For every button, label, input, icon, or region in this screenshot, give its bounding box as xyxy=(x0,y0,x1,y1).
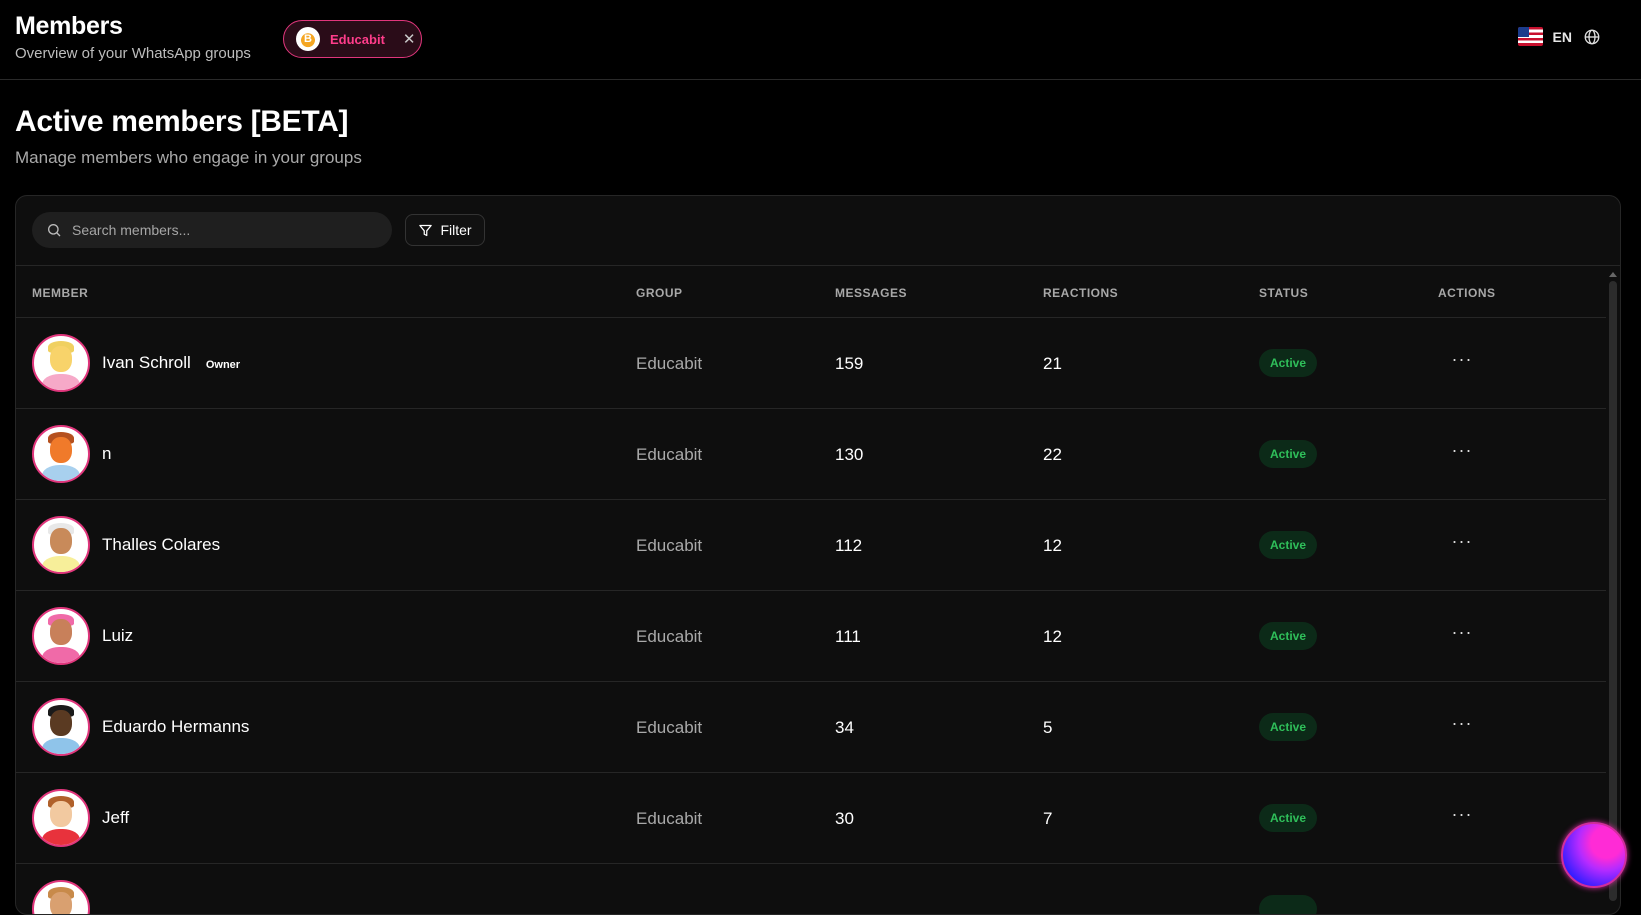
filter-button-label: Filter xyxy=(440,222,472,238)
group-filter-chip[interactable]: B Educabit ✕ xyxy=(283,20,422,58)
more-actions-icon[interactable]: ··· xyxy=(1447,712,1477,742)
member-messages: 30 xyxy=(835,809,854,828)
table-header: MEMBER GROUP MESSAGES REACTIONS STATUS A… xyxy=(16,266,1606,318)
avatar[interactable] xyxy=(32,607,90,665)
member-group: Educabit xyxy=(636,809,703,828)
avatar[interactable] xyxy=(32,880,90,914)
member-group: Educabit xyxy=(636,445,703,464)
avatar[interactable] xyxy=(32,425,90,483)
table-row[interactable]: Thalles Colares Educabit 112 12 Active ·… xyxy=(16,500,1606,591)
scrollbar-thumb[interactable] xyxy=(1609,281,1617,901)
more-actions-icon[interactable]: ··· xyxy=(1447,803,1477,833)
language-selector[interactable]: EN xyxy=(1517,27,1601,46)
table-row[interactable]: Eduardo Hermanns Educabit 34 5 Active ··… xyxy=(16,682,1606,773)
table-row[interactable]: Ivan Schroll Owner Educabit 159 21 Active… xyxy=(16,318,1606,409)
table-toolbar: Filter xyxy=(16,196,1620,266)
status-badge xyxy=(1259,895,1317,914)
globe-icon[interactable] xyxy=(1583,28,1601,46)
member-group: Educabit xyxy=(636,718,703,737)
member-messages: 112 xyxy=(835,536,863,555)
table-row[interactable]: Luiz Educabit 111 12 Active ··· xyxy=(16,591,1606,682)
member-name: Ivan Schroll xyxy=(102,353,191,372)
status-badge: Active xyxy=(1259,349,1317,377)
status-badge: Active xyxy=(1259,804,1317,832)
members-card: Filter MEMBER GROUP MESSAGES REACTIONS S… xyxy=(15,195,1621,915)
table-scrollbar[interactable] xyxy=(1608,272,1618,912)
member-messages: 159 xyxy=(835,354,864,373)
search-box[interactable] xyxy=(32,212,392,248)
avatar[interactable] xyxy=(32,516,90,574)
filter-button[interactable]: Filter xyxy=(405,214,485,246)
status-badge: Active xyxy=(1259,531,1317,559)
filter-icon xyxy=(419,224,433,236)
page-subtitle: Overview of your WhatsApp groups xyxy=(15,45,251,62)
column-header-group[interactable]: GROUP xyxy=(636,286,683,300)
column-header-messages[interactable]: MESSAGES xyxy=(835,286,907,300)
member-messages: 34 xyxy=(835,718,854,737)
group-chip-label: Educabit xyxy=(330,31,385,47)
owner-badge: Owner xyxy=(205,359,241,371)
close-icon[interactable]: ✕ xyxy=(403,30,416,48)
avatar[interactable] xyxy=(32,334,90,392)
search-icon xyxy=(48,224,61,237)
member-group: Educabit xyxy=(636,354,703,373)
member-messages: 130 xyxy=(835,445,864,464)
members-table-body: Ivan Schroll Owner Educabit 159 21 Active… xyxy=(16,318,1606,914)
member-reactions: 12 xyxy=(1043,627,1062,646)
more-actions-icon[interactable]: ··· xyxy=(1447,621,1477,651)
status-badge: Active xyxy=(1259,622,1317,650)
column-header-reactions[interactable]: REACTIONS xyxy=(1043,286,1118,300)
column-header-status[interactable]: STATUS xyxy=(1259,286,1308,300)
avatar[interactable] xyxy=(32,698,90,756)
status-badge: Active xyxy=(1259,713,1317,741)
member-name: Jeff xyxy=(102,808,130,827)
status-badge: Active xyxy=(1259,440,1317,468)
member-messages: 111 xyxy=(835,627,861,646)
table-row[interactable] xyxy=(16,864,1606,914)
assistant-orb-button[interactable] xyxy=(1561,822,1627,888)
member-name: Eduardo Hermanns xyxy=(102,717,250,736)
scroll-up-arrow-icon[interactable] xyxy=(1609,272,1617,277)
avatar[interactable] xyxy=(32,789,90,847)
table-row[interactable]: Jeff Educabit 30 7 Active ··· xyxy=(16,773,1606,864)
member-reactions: 22 xyxy=(1043,445,1062,464)
us-flag-icon xyxy=(1517,27,1543,46)
member-reactions: 12 xyxy=(1043,536,1062,555)
member-reactions: 5 xyxy=(1043,718,1053,737)
table-row[interactable]: n Educabit 130 22 Active ··· xyxy=(16,409,1606,500)
member-name: Thalles Colares xyxy=(102,535,221,554)
column-header-member[interactable]: MEMBER xyxy=(32,286,88,300)
member-name: Luiz xyxy=(102,626,134,645)
search-input[interactable] xyxy=(72,222,362,238)
section-subheading: Manage members who engage in your groups xyxy=(15,148,362,167)
section-heading: Active members [BETA] xyxy=(15,105,349,138)
member-reactions: 21 xyxy=(1043,354,1062,373)
page-title: Members xyxy=(15,12,123,40)
member-group: Educabit xyxy=(636,536,703,555)
language-code: EN xyxy=(1552,28,1572,45)
more-actions-icon[interactable]: ··· xyxy=(1447,348,1477,378)
more-actions-icon[interactable]: ··· xyxy=(1447,439,1477,469)
more-actions-icon[interactable]: ··· xyxy=(1447,530,1477,560)
top-bar: Members Overview of your WhatsApp groups… xyxy=(0,0,1641,80)
member-reactions: 7 xyxy=(1043,809,1053,828)
educabit-logo-icon: B xyxy=(296,27,320,51)
member-group: Educabit xyxy=(636,627,703,646)
member-name: n xyxy=(102,444,112,463)
column-header-actions: ACTIONS xyxy=(1438,286,1496,300)
